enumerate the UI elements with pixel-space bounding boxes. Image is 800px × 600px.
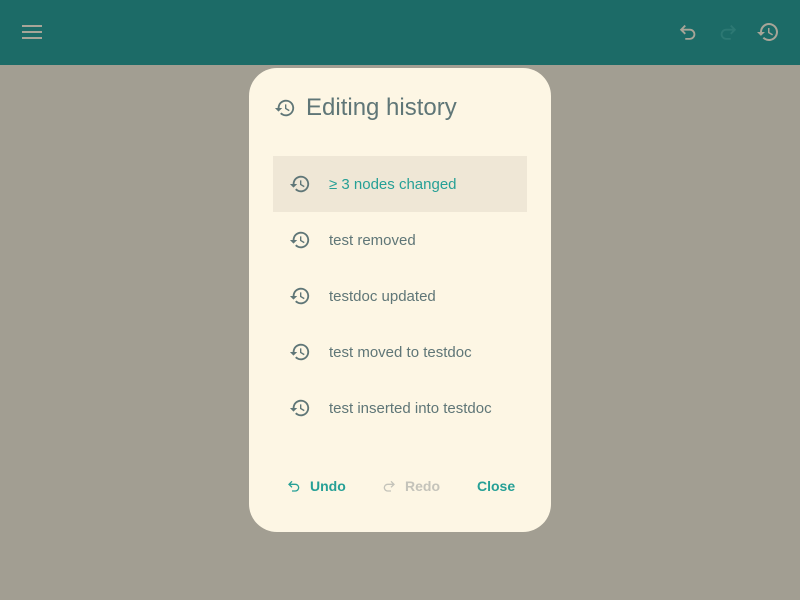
- history-icon: [274, 97, 296, 119]
- history-item-label: test removed: [329, 231, 416, 249]
- history-item[interactable]: test removed: [273, 212, 527, 268]
- history-icon: [289, 229, 311, 251]
- menu-icon: [22, 25, 42, 39]
- undo-button[interactable]: [676, 20, 700, 44]
- history-item[interactable]: testdoc updated: [273, 268, 527, 324]
- history-item[interactable]: ≥ 3 nodes changed: [273, 156, 527, 212]
- history-item-label: testdoc updated: [329, 287, 436, 305]
- history-icon: [289, 397, 311, 419]
- history-button[interactable]: [756, 20, 780, 44]
- editing-history-dialog: Editing history ≥ 3 nodes changed test r…: [249, 68, 551, 532]
- dialog-title: Editing history: [274, 94, 457, 122]
- undo-label: Undo: [310, 478, 346, 494]
- redo-label: Redo: [405, 478, 440, 494]
- history-icon: [289, 341, 311, 363]
- top-app-bar: [0, 0, 800, 65]
- history-item-label: test inserted into testdoc: [329, 399, 492, 417]
- history-item[interactable]: test inserted into testdoc: [273, 380, 527, 436]
- history-icon: [756, 20, 780, 44]
- dialog-title-text: Editing history: [306, 94, 457, 121]
- undo-icon: [286, 478, 302, 494]
- undo-icon: [677, 21, 699, 43]
- history-item[interactable]: test moved to testdoc: [273, 324, 527, 380]
- close-button[interactable]: Close: [477, 478, 515, 494]
- menu-button[interactable]: [20, 20, 44, 44]
- history-list: ≥ 3 nodes changed test removed testdoc u…: [273, 156, 527, 436]
- close-label: Close: [477, 478, 516, 494]
- redo-button[interactable]: Redo: [381, 478, 440, 494]
- history-item-label: test moved to testdoc: [329, 343, 472, 361]
- redo-icon: [381, 478, 397, 494]
- undo-button[interactable]: Undo: [286, 478, 346, 494]
- history-item-label: ≥ 3 nodes changed: [329, 175, 457, 193]
- redo-icon: [717, 21, 739, 43]
- redo-button[interactable]: [716, 20, 740, 44]
- history-icon: [289, 285, 311, 307]
- dialog-actions: Undo Redo Close: [249, 478, 551, 498]
- history-icon: [289, 173, 311, 195]
